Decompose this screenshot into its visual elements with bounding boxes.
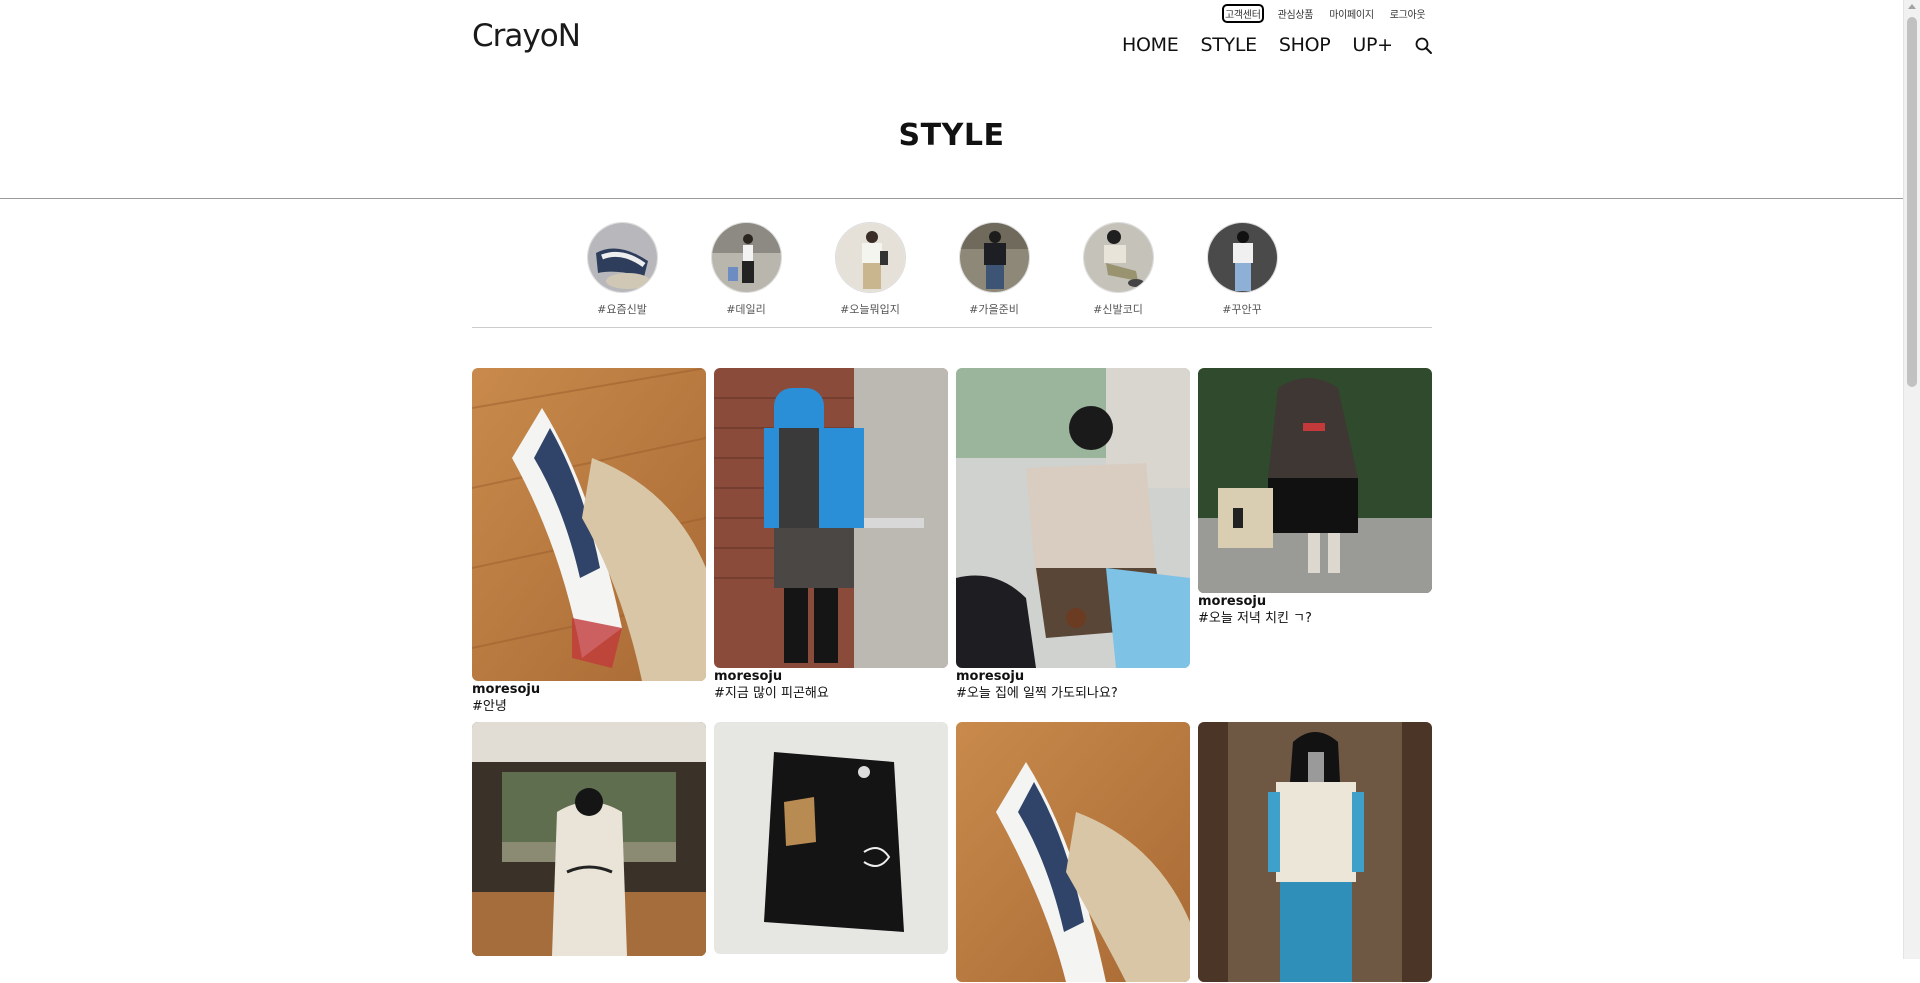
mypage-link[interactable]: 마이페이지 bbox=[1329, 6, 1374, 21]
hashtag-label: #신발코디 bbox=[1093, 303, 1143, 316]
nav-shop[interactable]: SHOP bbox=[1279, 34, 1331, 56]
page-scrollbar[interactable] bbox=[1903, 0, 1920, 959]
post-image bbox=[956, 722, 1190, 982]
hashtag-thumbnail bbox=[958, 222, 1030, 293]
hashtag-label: #요즘신발 bbox=[597, 303, 647, 316]
hashtag-item[interactable]: #꾸안꾸 bbox=[1206, 222, 1278, 317]
hashtag-item[interactable]: #데일리 bbox=[710, 222, 782, 317]
post-image bbox=[472, 722, 706, 956]
hashtag-thumbnail bbox=[710, 222, 782, 293]
post-caption: #오늘 저녁 치킨 ㄱ? bbox=[1198, 611, 1312, 626]
post-caption: #안녕 bbox=[472, 699, 507, 714]
title-divider bbox=[0, 198, 1903, 199]
post-username: moresoju bbox=[714, 669, 783, 684]
utility-nav: 고객센터 관심상품 마이페이지 로그아웃 bbox=[1222, 4, 1426, 23]
hashtag-thumbnail bbox=[1082, 222, 1154, 293]
post-card[interactable] bbox=[956, 722, 1190, 983]
post-card[interactable]: moresoju #오늘 집에 일찍 가도되나요? bbox=[956, 368, 1190, 703]
search-icon[interactable] bbox=[1414, 36, 1434, 56]
post-card[interactable] bbox=[714, 722, 948, 955]
post-image bbox=[472, 368, 706, 681]
post-image bbox=[956, 368, 1190, 668]
post-image bbox=[714, 368, 948, 668]
post-username: moresoju bbox=[956, 669, 1025, 684]
logout-link[interactable]: 로그아웃 bbox=[1390, 6, 1426, 21]
site-logo[interactable]: CrayoN bbox=[472, 18, 581, 54]
main-nav: HOME STYLE SHOP UP+ bbox=[1122, 34, 1393, 56]
hashtag-thumbnail bbox=[834, 222, 906, 293]
post-username: moresoju bbox=[1198, 594, 1267, 609]
page-title: STYLE bbox=[898, 118, 1005, 153]
post-image bbox=[1198, 722, 1432, 982]
hashtag-divider bbox=[472, 327, 1432, 328]
hashtag-label: #가을준비 bbox=[969, 303, 1019, 316]
hashtag-label: #데일리 bbox=[726, 303, 766, 316]
hashtag-item[interactable]: #오늘뭐입지 bbox=[834, 222, 906, 317]
post-card[interactable] bbox=[1198, 722, 1432, 983]
post-card[interactable]: moresoju #지금 많이 피곤해요 bbox=[714, 368, 948, 703]
post-caption: #오늘 집에 일찍 가도되나요? bbox=[956, 686, 1118, 701]
wishlist-link[interactable]: 관심상품 bbox=[1278, 6, 1314, 21]
post-caption: #지금 많이 피곤해요 bbox=[714, 686, 829, 701]
nav-home[interactable]: HOME bbox=[1122, 34, 1179, 56]
post-card[interactable]: moresoju #안녕 bbox=[472, 368, 706, 716]
hashtag-label: #오늘뭐입지 bbox=[840, 303, 900, 316]
nav-style[interactable]: STYLE bbox=[1200, 34, 1257, 56]
hashtag-item[interactable]: #신발코디 bbox=[1082, 222, 1154, 317]
scroll-up-icon[interactable] bbox=[1908, 4, 1916, 9]
nav-upplus[interactable]: UP+ bbox=[1352, 34, 1393, 56]
hashtag-label: #꾸안꾸 bbox=[1222, 303, 1262, 316]
hashtag-thumbnail bbox=[586, 222, 658, 293]
hashtag-item[interactable]: #요즘신발 bbox=[586, 222, 658, 317]
customer-center-link[interactable]: 고객센터 bbox=[1222, 4, 1264, 23]
post-card[interactable] bbox=[472, 722, 706, 957]
hashtag-list: #요즘신발 #데일리 #오늘뭐입지 #가을준비 #신발코디 #꾸안꾸 bbox=[586, 222, 1278, 317]
scroll-thumb[interactable] bbox=[1907, 17, 1917, 387]
hashtag-item[interactable]: #가을준비 bbox=[958, 222, 1030, 317]
hashtag-thumbnail bbox=[1206, 222, 1278, 293]
post-image bbox=[1198, 368, 1432, 593]
post-card[interactable]: moresoju #오늘 저녁 치킨 ㄱ? bbox=[1198, 368, 1432, 628]
post-username: moresoju bbox=[472, 682, 541, 697]
post-image bbox=[714, 722, 948, 954]
